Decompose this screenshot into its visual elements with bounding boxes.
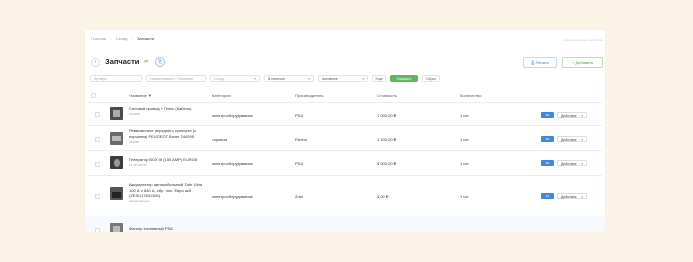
category-cell: тормоза	[212, 137, 228, 142]
warehouse-select[interactable]: Склад ▾	[210, 75, 260, 82]
breadcrumb: Главная › Склад › Запчасти	[91, 36, 157, 41]
quantity-cell: 1 шт.	[460, 194, 470, 199]
product-code: Аккумуляторы	[129, 199, 149, 204]
price-cell: 1 000,00 ₽	[377, 113, 397, 118]
column-header-quantity[interactable]: Количество	[460, 93, 481, 98]
category-cell: электрооборудование	[212, 113, 253, 118]
status-select[interactable]: Активные ▾	[318, 75, 368, 82]
more-filters-button[interactable]: Еще	[372, 75, 386, 82]
page-title: Запчасти	[105, 57, 140, 66]
product-name[interactable]: Фильтр топливный PSA	[129, 226, 205, 232]
chevron-down-icon: ▾	[254, 77, 256, 81]
manufacturer-cell: PSA	[295, 113, 304, 118]
breadcrumb-separator: ›	[110, 36, 112, 41]
transfer-icon[interactable]: ⇄	[144, 59, 148, 65]
row-tag[interactable]: 84	[541, 112, 554, 118]
table-row[interactable]: Фильтр топливный PSA	[85, 216, 605, 232]
quantity-cell: 1 шт.	[460, 137, 470, 142]
main-panel: Главная › Склад › Запчасти Дополнительны…	[85, 30, 605, 232]
column-header-name[interactable]: Название ▼	[129, 93, 152, 98]
manufacturer-cell: Zubr	[295, 194, 304, 199]
divider	[88, 175, 602, 176]
breadcrumb-separator: ›	[131, 36, 133, 41]
price-cell: 0,00 ₽	[377, 194, 389, 199]
status-select-value: Активные	[322, 77, 338, 81]
actions-dropdown[interactable]: Действия ▾	[557, 136, 587, 142]
warehouse-select-value: Склад	[214, 77, 225, 81]
chevron-down-icon: ▾	[308, 77, 310, 81]
row-checkbox[interactable]	[95, 194, 100, 199]
stock-select-value: В наличии	[268, 77, 285, 81]
product-image	[110, 223, 123, 232]
price-cell: 1 100,00 ₽	[377, 137, 397, 142]
row-checkbox[interactable]	[95, 137, 100, 142]
actions-dropdown[interactable]: Действия ▾	[557, 112, 587, 118]
category-cell: электрооборудование	[212, 194, 253, 199]
divider	[88, 102, 602, 103]
manufacturer-cell: PSA	[295, 161, 304, 166]
price-cell: 5 000,00 ₽	[377, 161, 397, 166]
breadcrumb-home[interactable]: Главная	[91, 36, 106, 41]
name-input[interactable]: Наименование / Описание	[146, 75, 206, 82]
actions-dropdown[interactable]: Действия ▾	[557, 160, 587, 166]
column-header-manufacturer[interactable]: Производитель	[295, 93, 323, 98]
breadcrumb-section[interactable]: Склад	[116, 36, 128, 41]
chevron-down-icon: ▾	[362, 77, 364, 81]
row-checkbox[interactable]	[95, 228, 100, 232]
product-image	[110, 132, 123, 145]
product-image	[110, 107, 123, 120]
chevron-down-icon: ▾	[581, 162, 583, 166]
product-name[interactable]: Силовой провод + Плюс (Кабель) 104/183	[129, 106, 205, 118]
row-tag[interactable]: 84	[541, 160, 554, 166]
breadcrumb-current: Запчасти	[137, 36, 155, 41]
product-image	[110, 187, 123, 200]
quantity-cell: 1 шт.	[460, 113, 470, 118]
product-name[interactable]: Ремкомплект переднего суппорта (с поршне…	[129, 128, 205, 145]
product-name[interactable]: Аккумулятор автомобильный Zubr Ultra 100…	[129, 182, 205, 205]
product-image	[110, 156, 123, 169]
select-all-checkbox[interactable]	[91, 93, 96, 98]
show-button[interactable]: Показать	[390, 75, 418, 82]
product-name[interactable]: Генератор BOX III (150 AMP) EURO5 10 40 4…	[129, 157, 205, 169]
print-button[interactable]: ⎙ Печать	[523, 57, 557, 68]
divider	[88, 150, 602, 151]
back-button[interactable]: ‹	[91, 58, 100, 67]
copy-icon[interactable]: ⎘	[155, 57, 165, 67]
chevron-down-icon: ▾	[581, 138, 583, 142]
chevron-down-icon: ▾	[581, 195, 583, 199]
column-header-category[interactable]: Категория	[212, 93, 231, 98]
row-tag[interactable]: 84	[541, 136, 554, 142]
stock-select[interactable]: В наличии ▾	[264, 75, 314, 82]
settings-link[interactable]: Дополнительные настройки	[564, 38, 603, 42]
category-cell: электрооборудование	[212, 161, 253, 166]
quantity-cell: 1 шт.	[460, 161, 470, 166]
product-code: 10 40 433 60	[129, 163, 147, 168]
divider	[88, 125, 602, 126]
article-input[interactable]: Артикул	[90, 75, 142, 82]
row-checkbox[interactable]	[95, 112, 100, 117]
add-button[interactable]: + Добавить	[562, 57, 603, 68]
product-code: 244095	[129, 139, 140, 144]
row-tag[interactable]: 84	[541, 193, 554, 199]
chevron-down-icon: ▾	[581, 114, 583, 118]
actions-dropdown[interactable]: Действия ▾	[557, 193, 587, 199]
manufacturer-cell: Pierrot	[295, 137, 307, 142]
column-header-price[interactable]: Стоимость	[377, 93, 397, 98]
product-code: 104/183	[129, 112, 140, 117]
reset-button[interactable]: Сброс	[422, 75, 440, 82]
row-checkbox[interactable]	[95, 162, 100, 167]
